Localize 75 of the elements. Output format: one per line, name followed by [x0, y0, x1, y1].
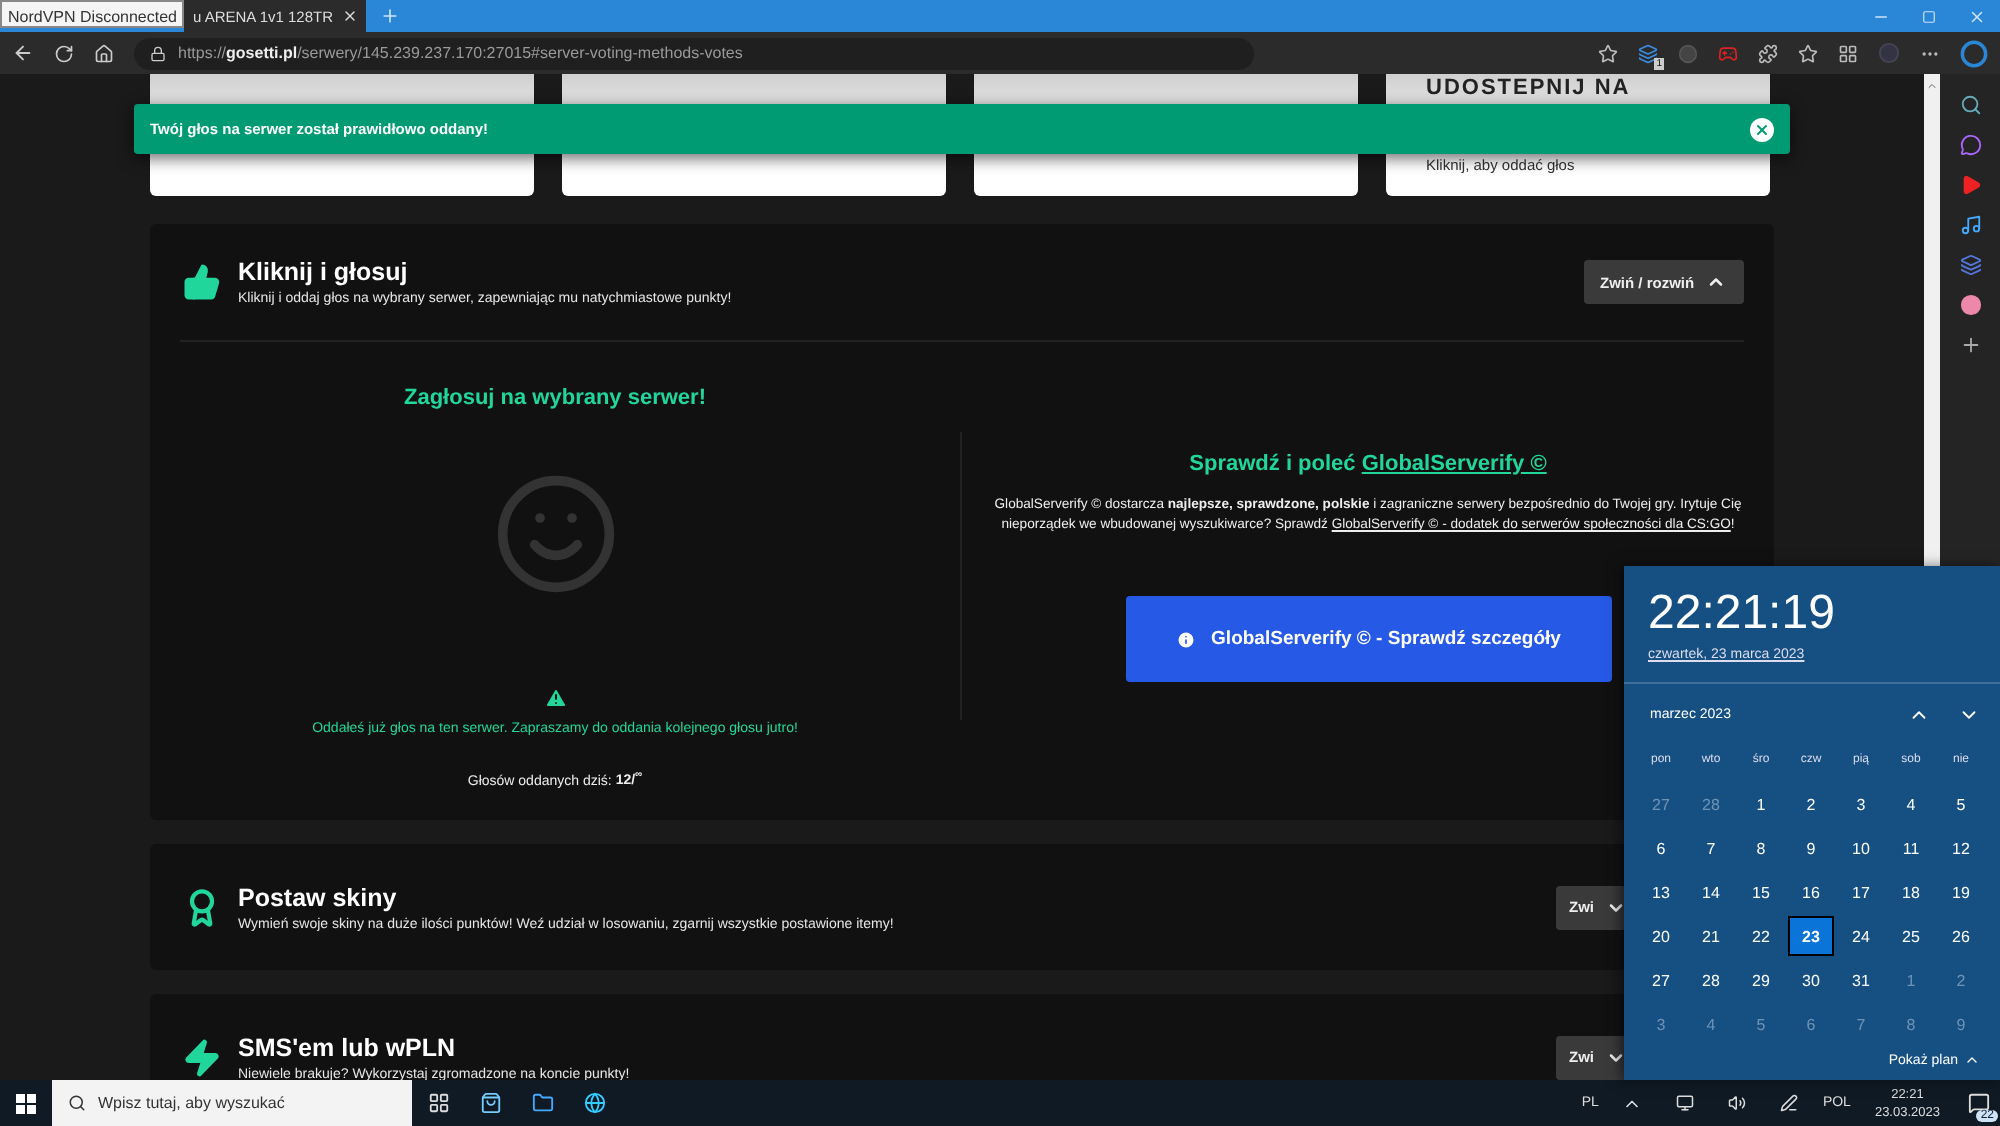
calendar-day[interactable]: 6 — [1638, 828, 1684, 868]
chevron-up-icon — [1964, 1052, 1980, 1068]
calendar-day[interactable]: 11 — [1888, 828, 1934, 868]
back-button[interactable] — [12, 42, 34, 64]
warning-icon — [543, 686, 567, 710]
close-icon[interactable] — [341, 8, 358, 24]
thumbs-up-icon — [182, 262, 222, 302]
section-title: Postaw skiny — [238, 883, 399, 911]
calendar-day[interactable]: 17 — [1838, 872, 1884, 912]
calendar-day[interactable]: 12 — [1938, 828, 1984, 868]
windows-logo-icon — [16, 1093, 36, 1113]
calendar-day[interactable]: 26 — [1938, 916, 1984, 956]
close-button[interactable] — [1750, 117, 1774, 141]
calendar-day[interactable]: 22 — [1738, 916, 1784, 956]
details-button[interactable]: GlobalServerify © - Sprawdź szczegóły — [1125, 596, 1611, 682]
star-icon[interactable] — [1598, 43, 1618, 63]
calendar-day[interactable]: 7 — [1688, 828, 1734, 868]
scrollbar[interactable] — [1924, 74, 1940, 566]
calendar-day[interactable]: 15 — [1738, 872, 1784, 912]
calendar-day[interactable]: 8 — [1738, 828, 1784, 868]
calendar-day[interactable]: 29 — [1738, 960, 1784, 1000]
calendar-day[interactable]: 19 — [1938, 872, 1984, 912]
search-field[interactable]: Wpisz tutaj, aby wyszukać — [52, 1080, 412, 1126]
calendar-day[interactable]: 3 — [1838, 784, 1884, 824]
calendar-day[interactable]: 21 — [1688, 916, 1734, 956]
collections-icon[interactable] — [1838, 43, 1858, 63]
search-icon[interactable] — [1959, 94, 1981, 116]
calendar-day[interactable]: 5 — [1938, 784, 1984, 824]
lightning-icon — [182, 1037, 222, 1077]
refresh-button[interactable] — [54, 43, 74, 63]
calendar-day[interactable]: 1 — [1738, 784, 1784, 824]
calendar-day[interactable]: 2 — [1788, 784, 1834, 824]
card-title: UDOSTEPNIJ NA — [1426, 76, 1633, 100]
lock-icon — [150, 45, 166, 61]
close-icon — [1754, 121, 1770, 137]
tooltip: NordVPN Disconnected — [0, 0, 185, 28]
search-icon — [68, 1094, 86, 1112]
chevron-up-icon — [1706, 272, 1727, 292]
favorites-icon[interactable] — [1798, 43, 1818, 63]
calendar-day[interactable]: 14 — [1688, 872, 1734, 912]
calendar-day[interactable]: 25 — [1888, 916, 1934, 956]
promo-link[interactable]: GlobalServerify © — [1361, 452, 1547, 476]
bing-icon[interactable] — [1960, 39, 1988, 67]
calendar-day[interactable]: 28 — [1688, 960, 1734, 1000]
puzzle-icon[interactable] — [1758, 43, 1778, 63]
calendar-day[interactable]: 24 — [1838, 916, 1884, 956]
calendar-day[interactable]: 13 — [1638, 872, 1684, 912]
video-icon[interactable] — [1959, 174, 1981, 196]
calendar-day[interactable]: 30 — [1788, 960, 1834, 1000]
home-button[interactable] — [94, 43, 114, 63]
calendar-day[interactable]: 10 — [1838, 828, 1884, 868]
calendar-day[interactable]: 31 — [1838, 960, 1884, 1000]
calendar-day[interactable]: 18 — [1888, 872, 1934, 912]
calendar-day[interactable]: 9 — [1788, 828, 1834, 868]
add-icon[interactable] — [1959, 334, 1981, 356]
info-icon — [1175, 629, 1196, 649]
calendar-day[interactable]: 16 — [1788, 872, 1834, 912]
gamepad-icon[interactable] — [1718, 43, 1738, 63]
promo-heading: Sprawdź i poleć GlobalServerify © — [1189, 452, 1547, 476]
address-field[interactable]: https://gosetti.pl/serwery/145.239.237.170:27015#server-voting-methods-votes — [134, 37, 1254, 69]
clock-time: 22:21:19 — [1646, 584, 1837, 642]
layers-icon[interactable] — [1959, 254, 1981, 276]
circle-icon[interactable] — [1959, 294, 1981, 316]
maximize-icon — [1921, 9, 1935, 23]
section-title: Kliknij i głosuj — [238, 258, 410, 286]
music-icon[interactable] — [1959, 214, 1981, 236]
calendar-day[interactable]: 23 — [1788, 916, 1834, 956]
calendar-day[interactable]: 20 — [1638, 916, 1684, 956]
section-title: SMS'em lub wPLN — [238, 1033, 458, 1061]
chat-icon[interactable] — [1959, 134, 1981, 156]
calendar-day[interactable]: 27 — [1638, 960, 1684, 1000]
vote-heading: Zagłosuj na wybrany serwer! — [404, 386, 706, 410]
calendar-day[interactable]: 4 — [1888, 784, 1934, 824]
close-icon — [1967, 7, 1985, 25]
plus-icon — [379, 6, 400, 26]
